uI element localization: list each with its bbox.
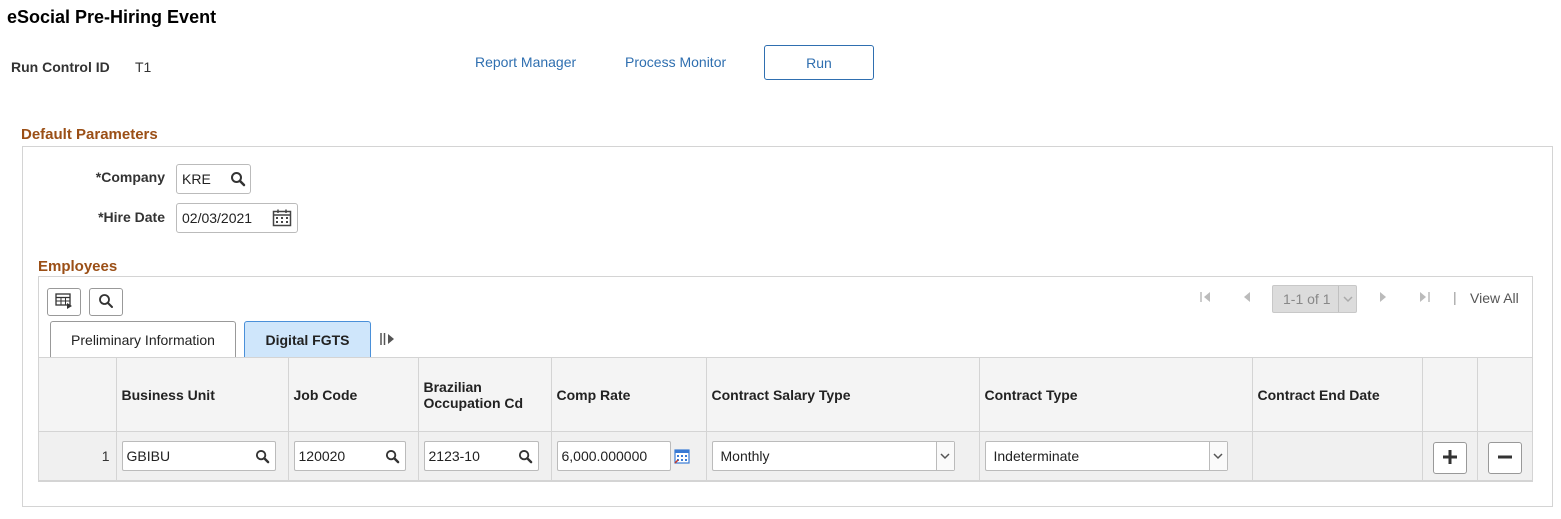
column-header-contract-type: Contract Type [979, 357, 1253, 432]
chevron-down-icon [1338, 286, 1356, 312]
row-number: 1 [101, 448, 110, 464]
chevron-down-icon [935, 442, 954, 470]
tab-preliminary-information[interactable]: Preliminary Information [50, 321, 236, 357]
plus-icon [1442, 449, 1458, 468]
hire-date-value: 02/03/2021 [182, 210, 253, 226]
column-header-job-code: Job Code [288, 357, 419, 432]
table-header-row: Business Unit Job Code Brazilian Occupat… [39, 357, 1532, 432]
employees-title: Employees [38, 258, 118, 275]
comp-rate-value: 6,000.000000 [561, 448, 648, 464]
company-value: KRE [182, 171, 211, 187]
comp-rate-cell: 6,000.000000 [551, 431, 707, 481]
occupation-value: 2123-10 [428, 448, 480, 464]
column-header-delete [1477, 357, 1532, 432]
contract-type-value: Indeterminate [993, 448, 1080, 464]
add-row-button[interactable] [1432, 442, 1467, 474]
personalize-grid-button[interactable] [47, 288, 81, 316]
hire-date-field[interactable]: 02/03/2021 [176, 203, 298, 233]
contract-salary-type-cell: Monthly [706, 431, 980, 481]
occupation-header-line2: Occupation Cd [423, 394, 524, 411]
contract-end-date-cell [1252, 431, 1423, 481]
run-control-label: Run Control ID [11, 59, 110, 75]
view-all-link[interactable]: View All [1470, 290, 1519, 306]
chevron-down-icon [1208, 442, 1227, 470]
row-range-select[interactable]: 1-1 of 1 [1272, 285, 1357, 313]
search-icon[interactable] [514, 444, 538, 468]
grid-settings-icon [55, 292, 73, 312]
employees-table: Business Unit Job Code Brazilian Occupat… [39, 357, 1532, 481]
business-unit-value: GBIBU [126, 448, 171, 464]
job-code-input[interactable]: 120020 [293, 441, 406, 471]
run-control-value: T1 [135, 59, 152, 75]
run-button[interactable]: Run [764, 45, 874, 80]
show-all-columns-icon[interactable] [379, 332, 395, 349]
business-unit-input[interactable]: GBIBU [121, 441, 276, 471]
search-icon [98, 293, 114, 312]
row-range-value: 1-1 of 1 [1283, 291, 1331, 307]
last-page-icon[interactable] [1417, 291, 1431, 303]
tab-label: Digital FGTS [265, 331, 350, 348]
occupation-input[interactable]: 2123-10 [423, 441, 539, 471]
occupation-header-line1: Brazilian [423, 378, 482, 395]
report-manager-link[interactable]: Report Manager [475, 54, 576, 70]
first-page-icon[interactable] [1199, 291, 1213, 303]
table-row: 1 GBIBU 120020 2123-10 6,000.000000 Mont… [39, 431, 1532, 481]
contract-salary-type-select[interactable]: Monthly [711, 441, 955, 471]
column-header-row-num [39, 357, 117, 432]
pager-divider: | [1453, 289, 1457, 305]
minus-icon [1497, 449, 1513, 468]
search-icon[interactable] [381, 444, 405, 468]
business-unit-cell: GBIBU [116, 431, 289, 481]
search-icon[interactable] [251, 444, 275, 468]
column-header-add [1422, 357, 1478, 432]
next-page-icon[interactable] [1378, 291, 1388, 303]
tab-digital-fgts[interactable]: Digital FGTS [244, 321, 371, 357]
column-header-occupation: Brazilian Occupation Cd [418, 357, 552, 432]
add-row-cell [1422, 431, 1478, 481]
calculator-icon[interactable] [673, 449, 690, 467]
process-monitor-link[interactable]: Process Monitor [625, 54, 726, 70]
column-header-business-unit: Business Unit [116, 357, 289, 432]
contract-salary-type-value: Monthly [720, 448, 770, 464]
delete-row-button[interactable] [1487, 442, 1522, 474]
calendar-icon[interactable] [270, 206, 294, 230]
tab-label: Preliminary Information [71, 331, 215, 348]
job-code-cell: 120020 [288, 431, 419, 481]
occupation-cell: 2123-10 [418, 431, 552, 481]
company-field[interactable]: KRE [176, 164, 251, 194]
column-header-comp-rate: Comp Rate [551, 357, 707, 432]
hire-date-label: *Hire Date [98, 209, 165, 225]
company-label: *Company [95, 169, 165, 185]
find-in-grid-button[interactable] [89, 288, 123, 316]
previous-page-icon[interactable] [1242, 291, 1252, 303]
contract-type-select[interactable]: Indeterminate [984, 441, 1228, 471]
search-icon[interactable] [226, 167, 250, 191]
default-parameters-title: Default Parameters [21, 126, 158, 143]
job-code-value: 120020 [298, 448, 346, 464]
row-number-cell: 1 [39, 431, 117, 481]
comp-rate-input[interactable]: 6,000.000000 [556, 441, 671, 471]
contract-type-cell: Indeterminate [979, 431, 1253, 481]
delete-row-cell [1477, 431, 1532, 481]
page-title: eSocial Pre-Hiring Event [7, 7, 217, 27]
column-header-contract-salary-type: Contract Salary Type [706, 357, 980, 432]
column-header-contract-end-date: Contract End Date [1252, 357, 1423, 432]
employees-grid: 1-1 of 1 | View All Preliminary Informat… [38, 276, 1533, 482]
